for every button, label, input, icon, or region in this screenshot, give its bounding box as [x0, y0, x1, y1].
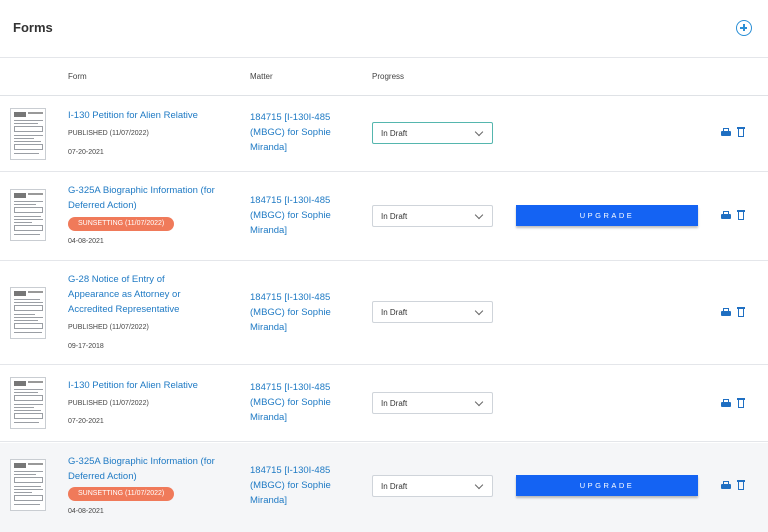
form-title-link[interactable]: G-325A Biographic Information (for Defer… — [68, 454, 238, 484]
form-thumbnail[interactable] — [10, 377, 46, 429]
form-date: 07-20-2021 — [68, 149, 104, 156]
table-row: G-28 Notice of Entry of Appearance as At… — [0, 262, 768, 365]
form-date: 09-17-2018 — [68, 343, 104, 350]
matter-link[interactable]: 184715 [I-130I-485 (MBGC) for Sophie Mir… — [250, 193, 360, 238]
form-date: 04-08-2021 — [68, 508, 104, 515]
matter-link[interactable]: 184715 [I-130I-485 (MBGC) for Sophie Mir… — [250, 463, 360, 508]
matter-link[interactable]: 184715 [I-130I-485 (MBGC) for Sophie Mir… — [250, 110, 360, 155]
form-title-link[interactable]: G-28 Notice of Entry of Appearance as At… — [68, 272, 208, 317]
printer-icon[interactable] — [721, 211, 731, 219]
progress-select[interactable]: In Draft — [372, 301, 493, 323]
page-title: Forms — [13, 20, 53, 35]
table-header: Form Matter Progress — [0, 58, 768, 96]
column-header-matter: Matter — [250, 72, 273, 81]
printer-icon[interactable] — [721, 128, 731, 136]
matter-link[interactable]: 184715 [I-130I-485 (MBGC) for Sophie Mir… — [250, 290, 360, 335]
form-status: PUBLISHED (11/07/2022) — [68, 400, 149, 407]
progress-select[interactable]: In Draft — [372, 392, 493, 414]
progress-value: In Draft — [381, 482, 408, 491]
trash-icon[interactable] — [737, 480, 745, 490]
trash-icon[interactable] — [737, 210, 745, 220]
progress-select[interactable]: In Draft — [372, 122, 493, 144]
progress-value: In Draft — [381, 212, 408, 221]
form-date: 04-08-2021 — [68, 238, 104, 245]
column-header-form: Form — [68, 72, 87, 81]
chevron-down-icon — [474, 127, 484, 137]
progress-value: In Draft — [381, 308, 408, 317]
sunsetting-badge: SUNSETTING (11/07/2022) — [68, 217, 175, 231]
trash-icon[interactable] — [737, 307, 745, 317]
form-thumbnail[interactable] — [10, 108, 46, 160]
chevron-down-icon — [474, 306, 484, 316]
form-title-link[interactable]: I-130 Petition for Alien Relative — [68, 108, 238, 123]
chevron-down-icon — [474, 480, 484, 490]
progress-select[interactable]: In Draft — [372, 205, 493, 227]
form-status: PUBLISHED (11/07/2022) — [68, 324, 149, 331]
upgrade-button[interactable]: UPGRADE — [516, 475, 698, 496]
column-header-progress: Progress — [372, 72, 405, 81]
trash-icon[interactable] — [737, 127, 745, 137]
table-row: G-325A Biographic Information (for Defer… — [0, 173, 768, 261]
progress-select[interactable]: In Draft — [372, 475, 493, 497]
upgrade-button[interactable]: UPGRADE — [516, 205, 698, 226]
form-thumbnail[interactable] — [10, 459, 46, 511]
forms-header: Forms — [0, 0, 768, 58]
form-date: 07-20-2021 — [68, 418, 104, 425]
form-thumbnail[interactable] — [10, 287, 46, 339]
progress-value: In Draft — [381, 129, 408, 138]
plus-circle-icon[interactable] — [736, 20, 752, 36]
form-thumbnail[interactable] — [10, 189, 46, 241]
chevron-down-icon — [474, 210, 484, 220]
matter-link[interactable]: 184715 [I-130I-485 (MBGC) for Sophie Mir… — [250, 380, 360, 425]
form-status: PUBLISHED (11/07/2022) — [68, 130, 149, 137]
printer-icon[interactable] — [721, 481, 731, 489]
form-title-link[interactable]: I-130 Petition for Alien Relative — [68, 378, 238, 393]
table-row: I-130 Petition for Alien Relative PUBLIS… — [0, 97, 768, 172]
progress-value: In Draft — [381, 399, 408, 408]
form-title-link[interactable]: G-325A Biographic Information (for Defer… — [68, 183, 238, 213]
printer-icon[interactable] — [721, 399, 731, 407]
trash-icon[interactable] — [737, 398, 745, 408]
chevron-down-icon — [474, 397, 484, 407]
sunsetting-badge: SUNSETTING (11/07/2022) — [68, 487, 175, 501]
table-row: G-325A Biographic Information (for Defer… — [0, 443, 768, 532]
table-row: I-130 Petition for Alien Relative PUBLIS… — [0, 366, 768, 442]
printer-icon[interactable] — [721, 308, 731, 316]
